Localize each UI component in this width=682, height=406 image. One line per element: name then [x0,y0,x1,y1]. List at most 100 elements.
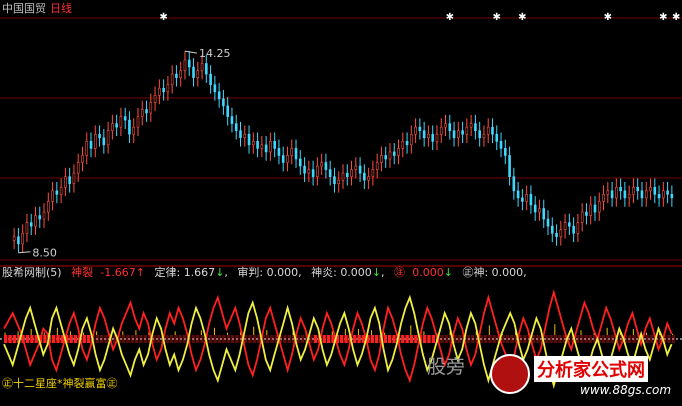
price-chart[interactable]: 14.25 8.50 ✱ ✱ ✱ ✱ ✱ ✱ ✱ [0,0,682,406]
candle-body [538,208,541,213]
signal-bar [357,335,361,343]
candle-body [627,194,631,199]
candle-body [341,172,345,181]
signal-bar [174,335,178,343]
signal-bar [374,335,379,343]
signal-bar [156,335,161,343]
candle-body [533,204,537,213]
indicator-value-label: ㊟ [394,266,406,279]
candle-body [247,133,251,146]
signal-bar [649,335,654,343]
candle-body [196,70,200,78]
candle-body [51,190,54,202]
signal-bar [610,335,614,343]
signal-bar [252,335,257,343]
candle-body [495,133,499,142]
candle-body [350,169,353,177]
star-marker: ✱ [518,12,526,23]
signal-bar [230,335,235,343]
signal-bar [100,335,104,343]
candle-body [405,141,409,146]
candle-body [234,123,238,131]
signal-bar [73,335,78,343]
candle-body [140,109,144,117]
candle-body [482,133,486,139]
candle-body [294,148,298,160]
candle-body [264,144,268,153]
candle-body [602,194,605,202]
candle-body [427,133,430,139]
candle-body [34,215,37,227]
down-arrow-icon: ↓ [443,266,453,279]
candle-body [392,151,396,156]
high-label: 14.25 [199,47,231,60]
candle-body [563,222,567,231]
candle-body [243,133,247,139]
indicator-header: 股希网制(5) 神裂: -1.667↑ 定律: 1.667↓, 审判: 0.00… [2,264,533,280]
candle-body [388,151,392,160]
candle-body [418,126,422,131]
candle-body [422,130,426,139]
candle-body [307,169,311,174]
signal-bar [43,335,47,343]
candle-body [277,148,281,156]
candle-body [649,186,652,192]
candle-body [478,130,481,139]
down-arrow-icon: ↓ [371,266,382,279]
candle-body [222,98,225,107]
signal-bar [4,335,8,343]
candle-body [217,91,221,100]
low-label: 8.50 [32,247,57,260]
signal-bar [370,335,374,343]
signal-bar [488,335,492,343]
candle-body [529,194,533,206]
signal-bar [296,335,300,343]
candle-body [354,165,358,170]
low-pointer [18,251,31,254]
signal-bar [536,335,540,343]
chart-title: 中国国贸 日线 [2,0,72,16]
candle-body [311,169,315,177]
candle-body [38,215,42,220]
candle-body [136,116,140,128]
candle-body [76,162,80,174]
star-marker: ✱ [672,12,680,23]
candle-body [435,133,439,142]
indicator-value: 审判: 0.000, [237,266,302,279]
signal-bar [217,335,222,343]
star-marker: ✱ [659,12,667,23]
indicator-value: 神裂: -1.667↑ [71,266,145,279]
candle-body [491,126,494,135]
candle-body [42,211,46,220]
candle-body [632,186,635,195]
candle-body [640,190,644,199]
signal-bar [431,335,435,343]
signal-bar [492,335,497,343]
signal-bar [191,335,195,343]
signal-bar [383,335,387,343]
signal-bar [248,335,252,343]
signal-bar [178,335,182,343]
candle-body [72,172,76,185]
candle-body [187,59,191,68]
indicator-value-number: 0.000 [412,266,444,279]
signal-bar [422,335,427,343]
watermark-text: 股旁 [427,356,466,378]
candle-body [175,73,178,78]
candle-body [474,123,477,131]
candle-body [644,190,648,199]
candle-body [230,116,234,124]
candle-body [55,190,59,195]
candle-body [328,169,332,177]
candle-body [64,176,67,188]
signal-bar [270,335,274,343]
candle-body [298,158,302,167]
indicator-value: ㊣神: 0.000, [462,266,527,279]
candle-body [59,186,63,195]
candle-body [593,204,597,213]
candle-body [85,141,89,156]
signal-bar [388,335,392,343]
indicator-value-label: ㊣神 [462,266,485,279]
signal-bar [575,335,579,343]
signal-bar [222,335,226,343]
